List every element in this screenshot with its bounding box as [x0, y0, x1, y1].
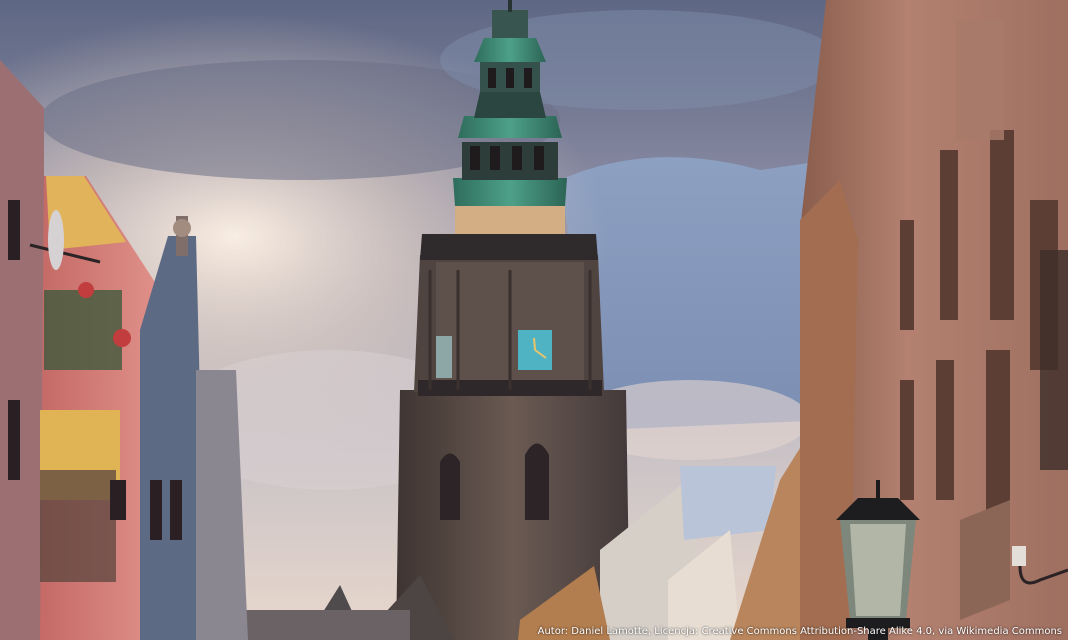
clock-face — [518, 330, 552, 370]
photo-credit: Autor: Daniel Lamotte, Licencja: Creativ… — [537, 626, 1062, 637]
street-photo — [0, 0, 1068, 640]
